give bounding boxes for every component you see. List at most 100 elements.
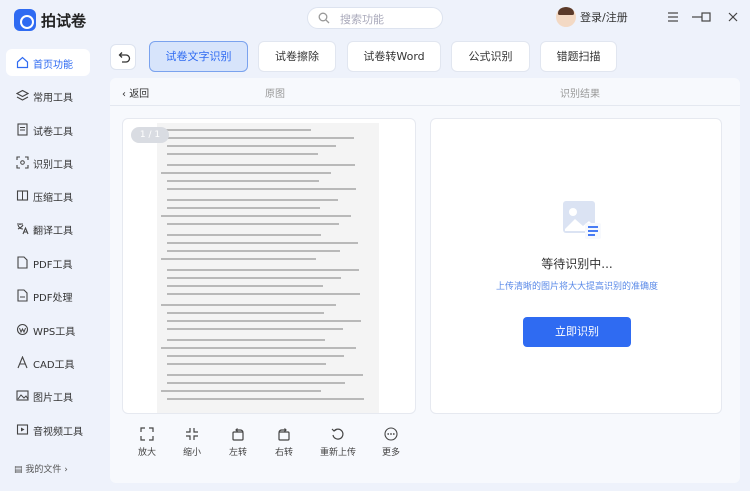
paper-text-line — [167, 285, 323, 287]
tab-formula-recognition[interactable]: 公式识别 — [451, 41, 530, 72]
sidebar-item-cad-tools[interactable]: CAD工具 — [6, 349, 90, 376]
paper-text-line — [167, 199, 338, 201]
paper-text-line — [167, 242, 358, 244]
paper-text-line — [167, 328, 343, 330]
sidebar-item-image-tools[interactable]: 图片工具 — [6, 382, 90, 409]
paper-text-line — [167, 374, 363, 376]
undo-icon — [118, 52, 131, 63]
home-icon — [16, 56, 29, 69]
paper-text-line — [167, 180, 319, 182]
chevron-right-icon: › — [64, 465, 68, 475]
rotate-left-icon — [232, 428, 244, 441]
upload-hint: 上传清晰的图片将大大提高识别的准确度 — [495, 282, 658, 292]
tab-exam-erase[interactable]: 试卷擦除 — [258, 41, 336, 72]
paper-text-line — [167, 398, 364, 400]
my-files-link[interactable]: ▤ 我的文件 › — [14, 462, 68, 475]
search-icon — [318, 12, 330, 24]
page-counter: 1 / 1 — [131, 127, 169, 143]
rotate-left-button[interactable]: 左转 — [218, 427, 258, 467]
paper-text-line — [167, 223, 339, 225]
sidebar-item-translate-tools[interactable]: 翻译工具 — [6, 215, 90, 242]
pdf-icon — [17, 256, 28, 269]
zoom-in-button[interactable]: 放大 — [127, 427, 167, 467]
sidebar-item-label: PDF处理 — [33, 293, 73, 304]
sidebar-item-label: 首页功能 — [33, 60, 73, 71]
login-register-link[interactable]: 登录/注册 — [580, 9, 628, 25]
sidebar-item-exam-tools[interactable]: 试卷工具 — [6, 116, 90, 143]
document-icon — [17, 123, 28, 136]
zoom-in-label: 放大 — [137, 448, 156, 458]
tab-exam-to-word[interactable]: 试卷转Word — [347, 41, 441, 72]
rotate-right-label: 右转 — [274, 448, 293, 458]
sidebar-item-video-tools[interactable]: 音视频工具 — [6, 416, 90, 443]
sidebar-item-pdf-process[interactable]: PDF处理 — [6, 282, 90, 309]
paper-text-line — [167, 207, 320, 209]
paper-text-line — [161, 215, 351, 217]
more-button[interactable]: 更多 — [371, 427, 411, 467]
sidebar-item-common-tools[interactable]: 常用工具 — [6, 82, 90, 109]
title-bar: 拍试卷 搜索功能 登录/注册 — [0, 0, 750, 38]
rotate-right-button[interactable]: 右转 — [264, 427, 304, 467]
paper-text-line — [167, 234, 321, 236]
layers-icon — [16, 89, 29, 101]
content-header: ‹ 返回 原图 识别结果 — [110, 78, 740, 106]
image-placeholder-icon — [563, 201, 601, 239]
main-panel: 试卷文字识别 试卷擦除 试卷转Word 公式识别 错题扫描 ‹ 返回 原图 识别… — [96, 38, 744, 484]
wps-icon — [16, 323, 29, 336]
paper-text-line — [167, 145, 336, 147]
exam-paper-image — [157, 123, 379, 413]
reupload-button[interactable]: 重新上传 — [315, 427, 361, 467]
tab-mistake-scan[interactable]: 错题扫描 — [540, 41, 617, 72]
search-placeholder: 搜索功能 — [340, 13, 384, 26]
translate-icon — [17, 223, 29, 235]
paper-text-line — [167, 293, 360, 295]
app-logo-icon — [14, 9, 36, 31]
paper-text-line — [167, 137, 354, 139]
cad-icon — [17, 356, 28, 369]
sidebar-item-label: 压缩工具 — [33, 193, 73, 204]
sidebar-item-pdf-tools[interactable]: PDF工具 — [6, 249, 90, 276]
sidebar-item-label: 试卷工具 — [33, 127, 73, 138]
tab-exam-text-recognition[interactable]: 试卷文字识别 — [149, 41, 248, 72]
shrink-icon — [186, 428, 198, 440]
undo-button[interactable] — [110, 44, 136, 70]
file-icon: ▤ — [14, 465, 23, 475]
start-recognition-button[interactable]: 立即识别 — [523, 317, 631, 347]
back-link[interactable]: ‹ 返回 — [122, 85, 149, 100]
recognition-result-label: 识别结果 — [560, 89, 600, 100]
sidebar-item-compress-tools[interactable]: 压缩工具 — [6, 182, 90, 209]
sidebar-item-label: PDF工具 — [33, 260, 73, 271]
sidebar-item-wps-tools[interactable]: WPS工具 — [6, 316, 90, 343]
image-preview[interactable]: 1 / 1 — [122, 118, 416, 414]
avatar[interactable] — [556, 7, 576, 27]
expand-icon — [140, 427, 154, 441]
paper-text-line — [167, 250, 340, 252]
paper-text-line — [161, 347, 356, 349]
paper-text-line — [161, 129, 311, 131]
search-input[interactable]: 搜索功能 — [307, 7, 443, 29]
paper-text-line — [167, 188, 356, 190]
sidebar-item-label: 图片工具 — [33, 393, 73, 404]
sidebar-item-label: CAD工具 — [33, 360, 75, 371]
sidebar-item-label: 音视频工具 — [33, 427, 83, 438]
paper-text-line — [167, 382, 345, 384]
sidebar-item-recognition-tools[interactable]: 识别工具 — [6, 149, 90, 176]
maximize-icon[interactable] — [697, 8, 715, 26]
paper-text-line — [167, 339, 325, 341]
zoom-out-button[interactable]: 缩小 — [172, 427, 212, 467]
close-icon[interactable] — [724, 8, 742, 26]
sidebar-item-home[interactable]: 首页功能 — [6, 49, 90, 76]
paper-text-line — [167, 312, 324, 314]
zoom-out-label: 缩小 — [182, 448, 201, 458]
compress-icon — [16, 190, 29, 201]
content-area: ‹ 返回 原图 识别结果 1 / 1 等待识别中... 上传清晰的图片将大大提高… — [110, 78, 740, 483]
paper-text-line — [167, 164, 355, 166]
waiting-status: 等待识别中... — [541, 257, 613, 271]
more-icon — [384, 427, 398, 441]
video-icon — [16, 424, 29, 435]
menu-icon[interactable] — [664, 8, 682, 26]
reupload-label: 重新上传 — [319, 448, 356, 458]
original-image-label: 原图 — [265, 89, 285, 100]
paper-text-line — [167, 277, 341, 279]
pdf-process-icon — [17, 289, 28, 302]
